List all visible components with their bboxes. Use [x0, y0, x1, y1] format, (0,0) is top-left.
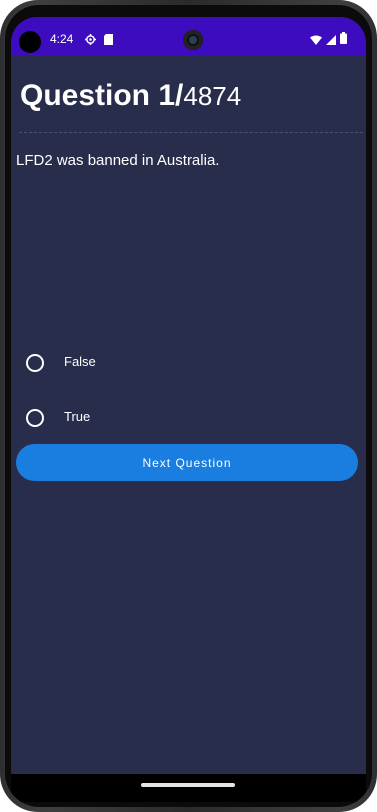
option-label-true: True: [64, 409, 91, 424]
quiz-content: Question 1/4874 LFD2 was banned in Austr…: [11, 55, 366, 774]
phone-bezel: 4:24 Question 1/4874 LFD2 was banned in …: [5, 5, 372, 807]
battery-icon: [340, 31, 347, 49]
title-divider: [19, 132, 363, 133]
signal-icon: [326, 32, 336, 50]
status-time: 4:24: [50, 32, 74, 46]
home-gesture-handle[interactable]: [141, 783, 235, 787]
next-question-button[interactable]: Next Question: [16, 444, 358, 481]
front-camera-icon: [183, 30, 203, 50]
status-right-icons: [310, 32, 354, 45]
question-total: 4874: [183, 81, 242, 111]
question-title: Question 1/4874: [20, 79, 241, 113]
question-text: LFD2 was banned in Australia.: [16, 152, 220, 169]
status-bar: 4:24: [11, 17, 366, 55]
settings-gear-icon: [85, 32, 96, 45]
sd-card-icon: [104, 32, 114, 45]
option-false[interactable]: False: [26, 350, 226, 376]
phone-frame: 4:24 Question 1/4874 LFD2 was banned in …: [0, 0, 377, 812]
notification-dot-icon: [19, 31, 41, 53]
wifi-icon: [310, 32, 322, 50]
question-number: Question 1/: [20, 79, 184, 112]
app-screen: 4:24 Question 1/4874 LFD2 was banned in …: [11, 17, 366, 802]
radio-button-false[interactable]: [26, 354, 44, 372]
radio-button-true[interactable]: [26, 409, 44, 427]
option-label-false: False: [64, 354, 96, 369]
option-true[interactable]: True: [26, 405, 226, 431]
navigation-bar: [11, 774, 366, 802]
